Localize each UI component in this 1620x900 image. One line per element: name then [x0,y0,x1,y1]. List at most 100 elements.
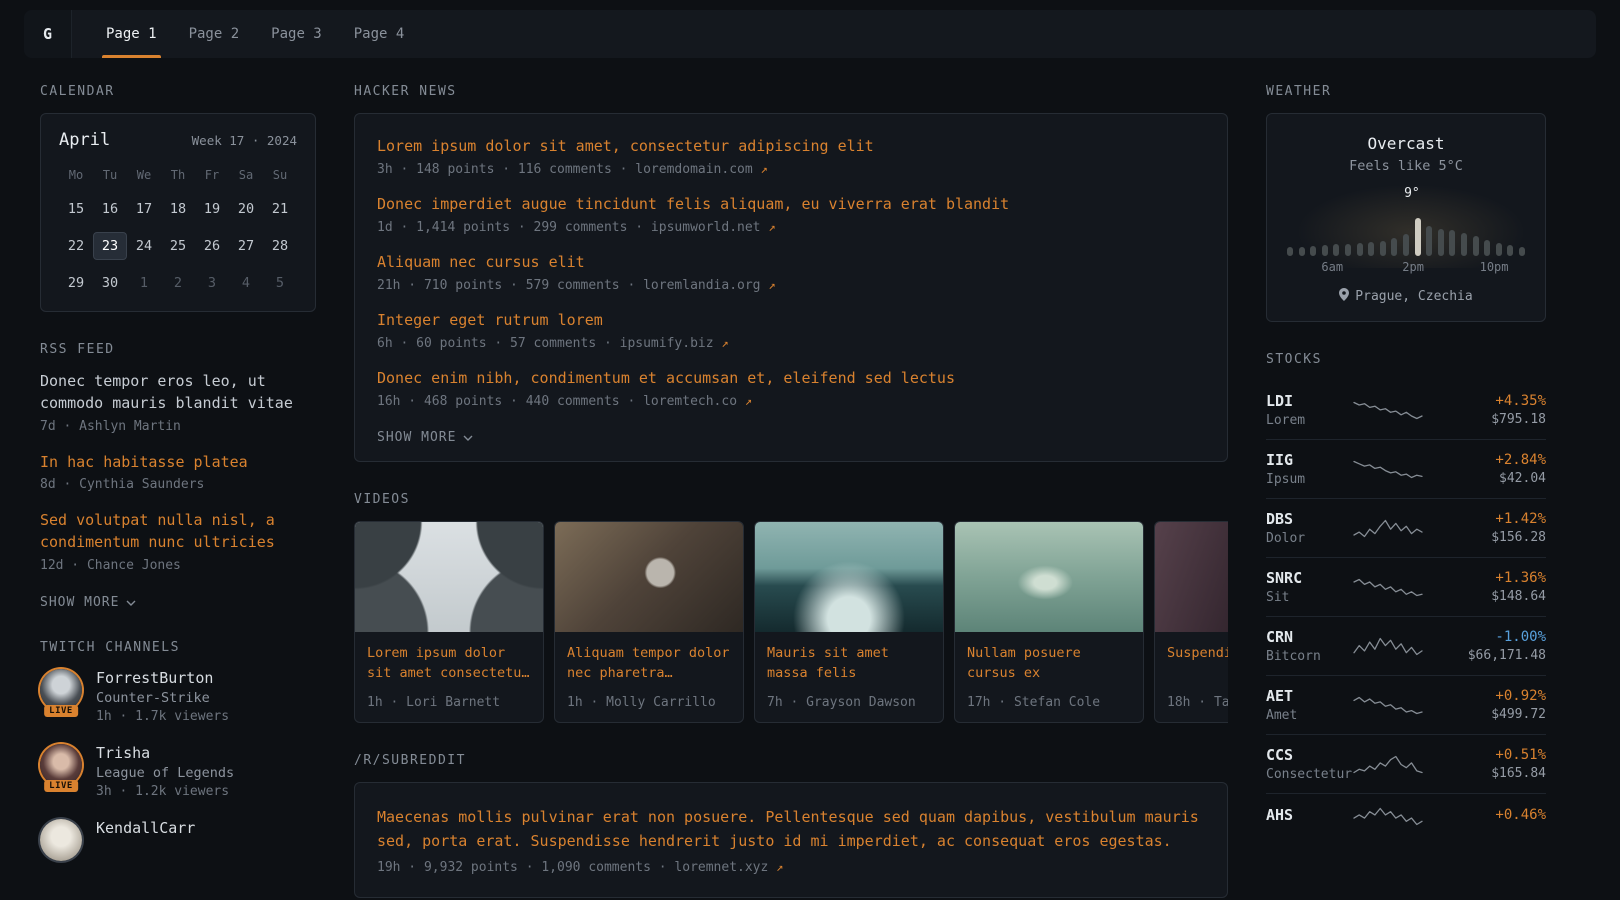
stock-price: $148.64 [1491,589,1546,604]
stock-row[interactable]: CRN Bitcorn -1.00% $66,171.48 [1266,616,1546,675]
calendar-widget: CALENDAR April Week 17 · 2024 Mo Tu We T… [40,84,316,312]
weather-location: Prague, Czechia [1287,288,1525,305]
hn-item: Aliquam nec cursus elit 21h · 710 points… [377,252,1205,293]
video-card[interactable]: Mauris sit amet massa felis 7h · Grayson… [754,521,944,723]
stock-row[interactable]: IIG Ipsum +2.84% $42.04 [1266,439,1546,498]
twitch-channel-meta: 3h · 1.2k viewers [96,784,234,799]
twitch-channel-name: Trisha [96,744,234,762]
app-logo[interactable]: G [24,10,72,58]
stock-price: $795.18 [1491,412,1546,427]
hn-show-more-button[interactable]: SHOW MORE [377,430,473,445]
weekday-label: Tu [93,164,127,186]
video-meta: 17h · Stefan Cole [967,695,1131,710]
rss-item-link[interactable]: Donec tempor eros leo, ut commodo mauris… [40,371,316,415]
middle-column: HACKER NEWS Lorem ipsum dolor sit amet, … [354,84,1228,900]
hacker-news-section-title: HACKER NEWS [354,84,1228,99]
stock-ticker: AHS [1266,806,1352,824]
video-title: Aliquam tempor dolor nec pharetra… [567,643,731,684]
weather-location-name: Prague, Czechia [1355,289,1472,304]
weather-feels-like: Feels like 5°C [1287,158,1525,174]
weather-widget: WEATHER Overcast Feels like 5°C 9° 6am 2… [1266,84,1546,322]
twitch-channel-game: League of Legends [96,765,234,781]
stock-row[interactable]: CCS Consectetur +0.51% $165.84 [1266,734,1546,793]
chevron-down-icon [126,595,136,610]
twitch-channel-row[interactable]: LIVE Trisha League of Legends 3h · 1.2k … [40,744,316,799]
rss-item: Sed volutpat nulla nisl, a condimentum n… [40,510,316,573]
hn-item-link[interactable]: Donec enim nibh, condimentum et accumsan… [377,368,1205,389]
weekday-label: We [127,164,161,186]
video-card[interactable]: Suspendisse diam 18h · Tara [1154,521,1228,723]
video-card[interactable]: Nullam posuere cursus ex 17h · Stefan Co… [954,521,1144,723]
calendar-day: 26 [195,232,229,260]
calendar-day: 21 [263,195,297,223]
videos-section-title: VIDEOS [354,492,1228,507]
twitch-channel-name: KendallCarr [96,819,195,837]
stock-change: +0.51% [1491,747,1546,763]
subreddit-post-link[interactable]: Maecenas mollis pulvinar erat non posuer… [377,805,1205,853]
calendar-day: 25 [161,232,195,260]
stock-sparkline [1352,635,1424,657]
rss-section-title: RSS FEED [40,342,316,357]
calendar-header: April Week 17 · 2024 [59,130,297,150]
stock-row[interactable]: AHS +0.46% [1266,793,1546,838]
stock-name: Dolor [1266,531,1352,546]
hn-item-link[interactable]: Lorem ipsum dolor sit amet, consectetur … [377,136,1205,157]
weekday-label: Sa [229,164,263,186]
stock-row[interactable]: SNRC Sit +1.36% $148.64 [1266,557,1546,616]
rss-item-link[interactable]: Sed volutpat nulla nisl, a condimentum n… [40,510,316,554]
hacker-news-card: Lorem ipsum dolor sit amet, consectetur … [354,113,1228,462]
rss-show-more-button[interactable]: SHOW MORE [40,595,136,610]
twitch-channel-game: Counter-Strike [96,690,229,706]
hn-item-link[interactable]: Donec imperdiet augue tincidunt felis al… [377,194,1205,215]
stock-change: +1.36% [1491,570,1546,586]
hn-item-link[interactable]: Aliquam nec cursus elit [377,252,1205,273]
hn-item-link[interactable]: Integer eget rutrum lorem [377,310,1205,331]
calendar-day: 17 [127,195,161,223]
calendar-day: 28 [263,232,297,260]
stock-row[interactable]: DBS Dolor +1.42% $156.28 [1266,498,1546,557]
calendar-day: 30 [93,269,127,297]
tab-page-2[interactable]: Page 2 [173,10,256,58]
rss-item-link[interactable]: In hac habitasse platea [40,452,316,474]
stock-price: $499.72 [1491,707,1546,722]
video-meta: 1h · Lori Barnett [367,695,531,710]
stock-change: -1.00% [1468,629,1546,645]
hacker-news-widget: HACKER NEWS Lorem ipsum dolor sit amet, … [354,84,1228,462]
video-title: Lorem ipsum dolor sit amet consectetu… [367,643,531,684]
weather-hourly-chart: 9° [1287,190,1525,256]
stock-row[interactable]: AET Amet +0.92% $499.72 [1266,675,1546,734]
hn-item-meta: 1d · 1,414 points · 299 comments · ipsum… [377,220,1205,235]
twitch-channel-row[interactable]: LIVE ForrestBurton Counter-Strike 1h · 1… [40,669,316,724]
calendar-day-other-month: 2 [161,269,195,297]
stocks-section-title: STOCKS [1266,352,1546,367]
rss-item: Donec tempor eros leo, ut commodo mauris… [40,371,316,434]
stock-row[interactable]: LDI Lorem +4.35% $795.18 [1266,381,1546,439]
stock-sparkline [1352,399,1424,421]
stock-price: $165.84 [1491,766,1546,781]
stock-change: +0.92% [1491,688,1546,704]
tab-page-3[interactable]: Page 3 [255,10,338,58]
video-thumbnail [555,522,743,632]
stock-name: Amet [1266,708,1352,723]
stocks-widget: STOCKS LDI Lorem +4.35% $795.18 IIG [1266,352,1546,838]
tab-page-4[interactable]: Page 4 [338,10,421,58]
twitch-channel-row[interactable]: KendallCarr [40,819,316,861]
location-pin-icon [1339,288,1349,305]
tab-page-1[interactable]: Page 1 [90,10,173,58]
videos-widget: VIDEOS Lorem ipsum dolor sit amet consec… [354,492,1228,723]
avatar: LIVE [40,669,82,711]
stock-name: Sit [1266,590,1352,605]
avatar [40,819,82,861]
calendar-day-other-month: 5 [263,269,297,297]
video-card[interactable]: Aliquam tempor dolor nec pharetra… 1h · … [554,521,744,723]
stock-price: $66,171.48 [1468,648,1546,663]
stock-name: Lorem [1266,413,1352,428]
video-title: Nullam posuere cursus ex [967,643,1131,684]
dashboard-columns: CALENDAR April Week 17 · 2024 Mo Tu We T… [0,58,1620,900]
live-badge: LIVE [44,705,78,717]
calendar-day: 15 [59,195,93,223]
right-column: WEATHER Overcast Feels like 5°C 9° 6am 2… [1266,84,1546,868]
stock-ticker: IIG [1266,451,1352,469]
video-card[interactable]: Lorem ipsum dolor sit amet consectetu… 1… [354,521,544,723]
external-link-icon: ↗ [768,278,775,292]
